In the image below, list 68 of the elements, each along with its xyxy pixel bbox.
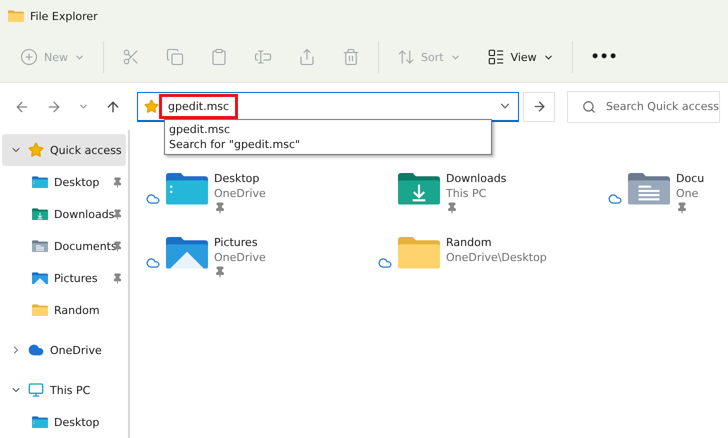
sidebar-label: Desktop <box>54 176 100 188</box>
scissors-icon <box>122 48 140 66</box>
folder-tile[interactable]: Downloads This PC <box>378 172 608 236</box>
folder-location: OneDrive <box>214 251 266 264</box>
folder-icon <box>398 236 440 270</box>
desktop-folder-icon <box>32 176 48 188</box>
sidebar-label: This PC <box>50 384 90 396</box>
go-button[interactable] <box>523 92 555 122</box>
folder-icon <box>8 10 24 22</box>
share-icon <box>298 48 316 66</box>
sidebar-item[interactable]: Quick access <box>2 134 126 166</box>
window-title: File Explorer <box>30 10 98 22</box>
documents-folder-icon <box>628 172 670 206</box>
downloads-folder-icon <box>32 208 48 220</box>
search-field[interactable]: Search Quick access <box>567 90 720 122</box>
folder-tile[interactable]: Random OneDrive\Desktop <box>378 236 608 300</box>
sidebar-label: Documents <box>54 240 117 252</box>
sidebar-label: Random <box>54 304 100 316</box>
desktop-folder-icon <box>32 416 48 428</box>
sidebar-item[interactable]: Pictures <box>2 262 126 294</box>
sidebar-label: Quick access <box>50 144 122 156</box>
pictures-folder-icon <box>32 272 48 284</box>
folder-name[interactable]: Desktop <box>214 172 266 185</box>
folder-name[interactable]: Docu <box>676 172 704 185</box>
star-icon <box>28 142 44 158</box>
arrow-right-icon <box>532 99 546 114</box>
suggestion-item[interactable]: gpedit.msc <box>169 123 487 136</box>
star-icon <box>144 98 159 114</box>
folder-tile[interactable]: Desktop OneDrive <box>146 172 378 236</box>
folder-tile[interactable]: Docu One <box>608 172 728 236</box>
desktop-folder-icon <box>166 172 208 206</box>
cloud-icon <box>28 342 44 358</box>
sidebar-item[interactable]: This PC <box>2 374 126 406</box>
list-icon <box>486 48 505 66</box>
pictures-folder-icon <box>166 236 208 270</box>
folder-name[interactable]: Downloads <box>446 172 506 185</box>
sidebar-label: Downloads <box>54 208 114 220</box>
copy-icon <box>166 48 184 66</box>
folder-location: One <box>676 187 700 200</box>
view-button[interactable]: View <box>474 39 566 75</box>
sidebar-item[interactable]: Desktop <box>2 406 126 438</box>
trash-icon <box>342 48 360 66</box>
more-button[interactable]: ••• <box>578 39 630 75</box>
sidebar-item[interactable]: Random <box>2 294 126 326</box>
folder-icon <box>32 304 48 316</box>
folder-name[interactable]: Pictures <box>214 236 266 249</box>
rename-icon <box>254 48 272 66</box>
documents-folder-icon <box>32 240 48 252</box>
folder-tile[interactable]: Pictures OneDrive <box>146 236 378 300</box>
folder-location: OneDrive <box>214 187 266 200</box>
clipboard-icon <box>210 48 228 66</box>
search-icon <box>582 100 596 114</box>
sidebar-label: OneDrive <box>50 344 102 356</box>
suggestion-item[interactable]: Search for "gpedit.msc" <box>169 138 487 151</box>
downloads-folder-icon <box>398 172 440 206</box>
sidebar-item[interactable]: Desktop <box>2 166 126 198</box>
sort-icon <box>397 48 415 66</box>
folder-location: This PC <box>446 187 488 200</box>
address-value: gpedit.msc <box>159 94 238 118</box>
sidebar-item[interactable]: Downloads <box>2 198 126 230</box>
sidebar-item[interactable]: Documents <box>2 230 126 262</box>
sidebar-label: Desktop <box>54 416 100 428</box>
monitor-icon <box>28 382 44 398</box>
folder-name[interactable]: Random <box>446 236 547 249</box>
sidebar-label: Pictures <box>54 272 98 284</box>
sidebar-item[interactable]: OneDrive <box>2 334 126 366</box>
plus-icon <box>20 48 38 66</box>
folder-location: OneDrive\Desktop <box>446 251 547 264</box>
